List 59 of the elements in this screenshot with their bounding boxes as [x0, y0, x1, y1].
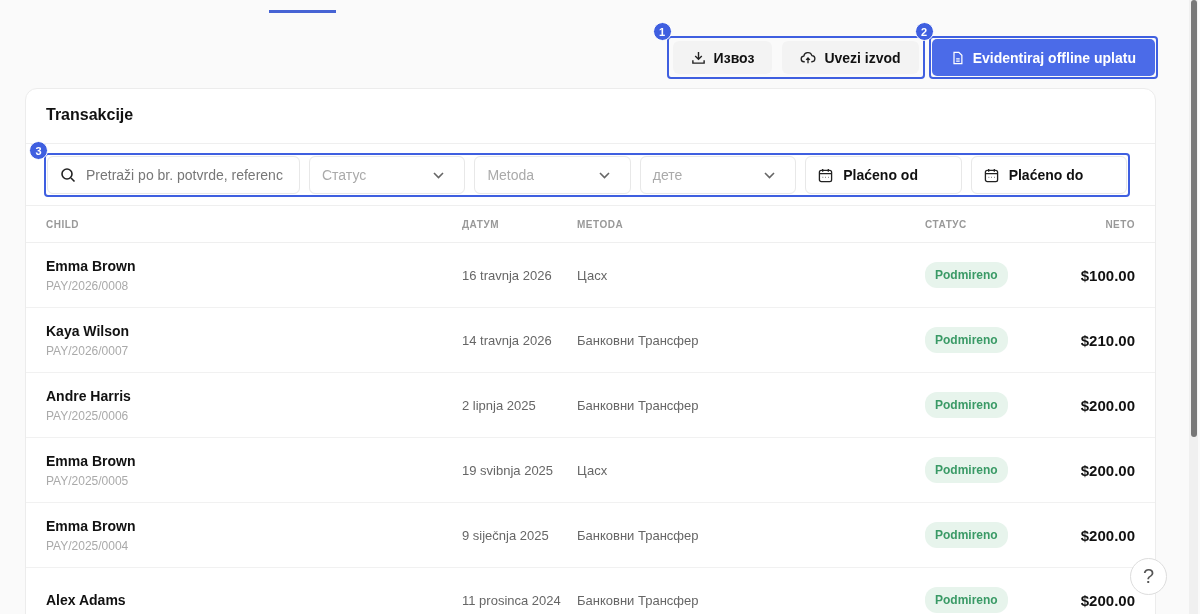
status-badge: Podmireno: [925, 327, 1008, 353]
calendar-icon: [818, 167, 834, 183]
column-header: CHILD: [46, 218, 81, 230]
annotation-badge: 2: [914, 22, 934, 41]
payment-reference: PAY/2025/0004: [46, 538, 130, 553]
scrollbar[interactable]: [1189, 0, 1198, 614]
record-payment-button[interactable]: Evidentiraj offline uplatu: [931, 39, 1155, 76]
child-name: Alex Adams: [46, 592, 127, 608]
status-badge: Podmireno: [925, 522, 1008, 548]
method-cell-text: Банковни Трансфер: [577, 332, 700, 348]
column-header: ДАТУМ: [462, 218, 500, 230]
child-name: Emma Brown: [46, 517, 137, 534]
date-cell-text: 11 prosinca 2024: [462, 592, 562, 608]
chevron-down-icon: [764, 171, 776, 179]
search-icon: [60, 167, 76, 183]
payment-reference: PAY/2026/0007: [46, 343, 130, 358]
action-button[interactable]: Извоз: [672, 41, 773, 74]
method-cell-text: Банковни Трансфер: [577, 397, 700, 413]
method-cell-text: Цасх: [577, 462, 609, 478]
method-cell-text: Цасх: [577, 267, 609, 283]
annotation-badge: 1: [652, 22, 672, 41]
child-name: Emma Brown: [46, 452, 137, 469]
amount-cell-text: $200.00: [1079, 526, 1135, 544]
chevron-down-icon: [433, 171, 445, 179]
calendar-icon: [983, 167, 999, 183]
action-button[interactable]: Uvezi izvod: [782, 41, 919, 74]
status-badge: Podmireno: [925, 262, 1008, 288]
status-badge: Podmireno: [925, 457, 1008, 483]
cloud-upload-icon: [800, 50, 817, 65]
date-cell-text: 2 lipnja 2025: [462, 397, 537, 413]
child-name: Andre Harris: [46, 387, 132, 404]
download-icon: [690, 50, 706, 65]
amount-cell-text: $100.00: [1079, 266, 1135, 284]
amount-cell-text: $200.00: [1079, 461, 1135, 479]
payment-reference: PAY/2026/0008: [46, 278, 130, 293]
search-field[interactable]: Pretraži po br. potvrde, referenc: [47, 156, 300, 194]
method-cell-text: Банковни Трансфер: [577, 527, 700, 543]
annotation-badge: 3: [29, 141, 48, 160]
column-header: METODA: [577, 218, 625, 230]
chevron-down-icon: [598, 171, 610, 179]
document-icon: [950, 50, 964, 65]
card-title: Transakcije: [26, 89, 1155, 144]
child-name: Kaya Wilson: [46, 322, 131, 339]
child-name: Emma Brown: [46, 257, 137, 274]
date-cell-text: 19 svibnja 2025: [462, 462, 555, 478]
method-cell-text: Банковни Трансфер: [577, 592, 700, 608]
amount-cell-text: $200.00: [1079, 396, 1135, 414]
date-cell-text: 14 travnja 2026: [462, 332, 553, 348]
payment-reference: PAY/2025/0005: [46, 473, 130, 488]
status-badge: Podmireno: [925, 392, 1008, 418]
amount-cell-text: $210.00: [1079, 331, 1135, 349]
payment-reference: PAY/2025/0006: [46, 408, 130, 423]
column-header: СТАТУС: [925, 218, 968, 230]
date-cell-text: 9 siječnja 2025: [462, 527, 550, 543]
date-button[interactable]: Plaćeno od: [805, 156, 962, 194]
date-button[interactable]: Plaćeno do: [970, 156, 1127, 194]
date-cell-text: 16 travnja 2026: [462, 267, 553, 283]
column-header: NETO: [1104, 218, 1135, 230]
status-badge: Podmireno: [925, 587, 1008, 613]
